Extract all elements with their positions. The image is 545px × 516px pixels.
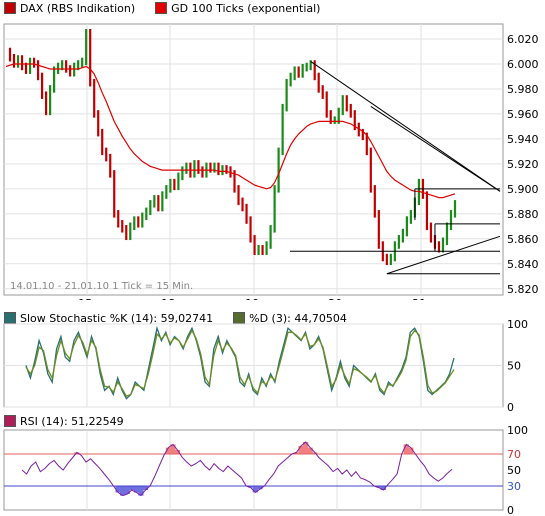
stoch-y-tick-label: 100 — [507, 318, 528, 331]
stoch-y-tick-label: 50 — [507, 360, 521, 373]
rsi-y-tick-label: 100 — [507, 424, 528, 437]
price-y-tick-label: 5.900 — [507, 183, 539, 196]
price-info-text: 14.01.10 - 21.01.10 1 Tick = 15 Min. — [10, 281, 193, 292]
rsi-oversold-fill — [129, 486, 135, 490]
price-y-tick-label: 5.840 — [507, 258, 539, 271]
stochastic-chart: 100 50 0 — [3, 318, 528, 412]
price-y-tick-label: 5.980 — [507, 83, 539, 96]
price-y-tick-label: 5.860 — [507, 233, 539, 246]
rsi-y-tick-label: 0 — [507, 504, 514, 516]
price-y-tick-label: 5.920 — [507, 158, 539, 171]
rsi-overbought-fill — [298, 446, 304, 454]
price-panel: DAX (RBS Indikation) GD 100 Ticks (expon… — [0, 0, 545, 300]
price-x-tick-label: 20. — [328, 297, 346, 300]
price-chart: 15. 18. 19. 20. 21. 6.020 6.000 5.980 5.960 5.940… — [3, 23, 539, 300]
price-y-tick-label: 5.820 — [507, 283, 539, 296]
price-y-tick-label: 6.000 — [507, 58, 539, 71]
price-y-tick-label: 5.960 — [507, 108, 539, 121]
rsi-y-tick-label: 30 — [507, 480, 521, 493]
rsi-overbought-fill — [307, 447, 313, 454]
price-y-tick-label: 6.020 — [507, 33, 539, 46]
rsi-y-tick-label: 70 — [507, 448, 521, 461]
price-x-tick-label: 15. — [78, 297, 96, 300]
stoch-y-tick-label: 0 — [507, 401, 514, 412]
price-x-tick-label: 19. — [245, 297, 263, 300]
rsi-y-tick-label: 50 — [507, 464, 521, 477]
price-y-tick-label: 5.940 — [507, 133, 539, 146]
stochastic-panel: Slow Stochastic %K (14): 59,02741 %D (3)… — [0, 307, 545, 412]
rsi-panel: RSI (14): 51,22549 100 70 50 30 0 — [0, 413, 545, 516]
price-y-tick-label: 5.880 — [507, 208, 539, 221]
rsi-chart: 100 70 50 30 0 — [3, 424, 528, 516]
price-x-tick-label: 18. — [161, 297, 179, 300]
price-x-tick-label: 21. — [412, 297, 430, 300]
